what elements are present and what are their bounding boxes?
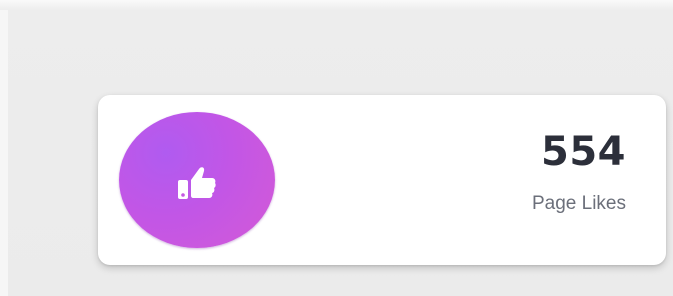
icon-badge [119,112,275,248]
stat-value: 554 [541,129,626,175]
page-edge [0,10,8,296]
stat-label: Page Likes [531,193,626,214]
thumbs-up-icon [178,167,216,199]
stat-card: 554 Page Likes [98,95,666,265]
